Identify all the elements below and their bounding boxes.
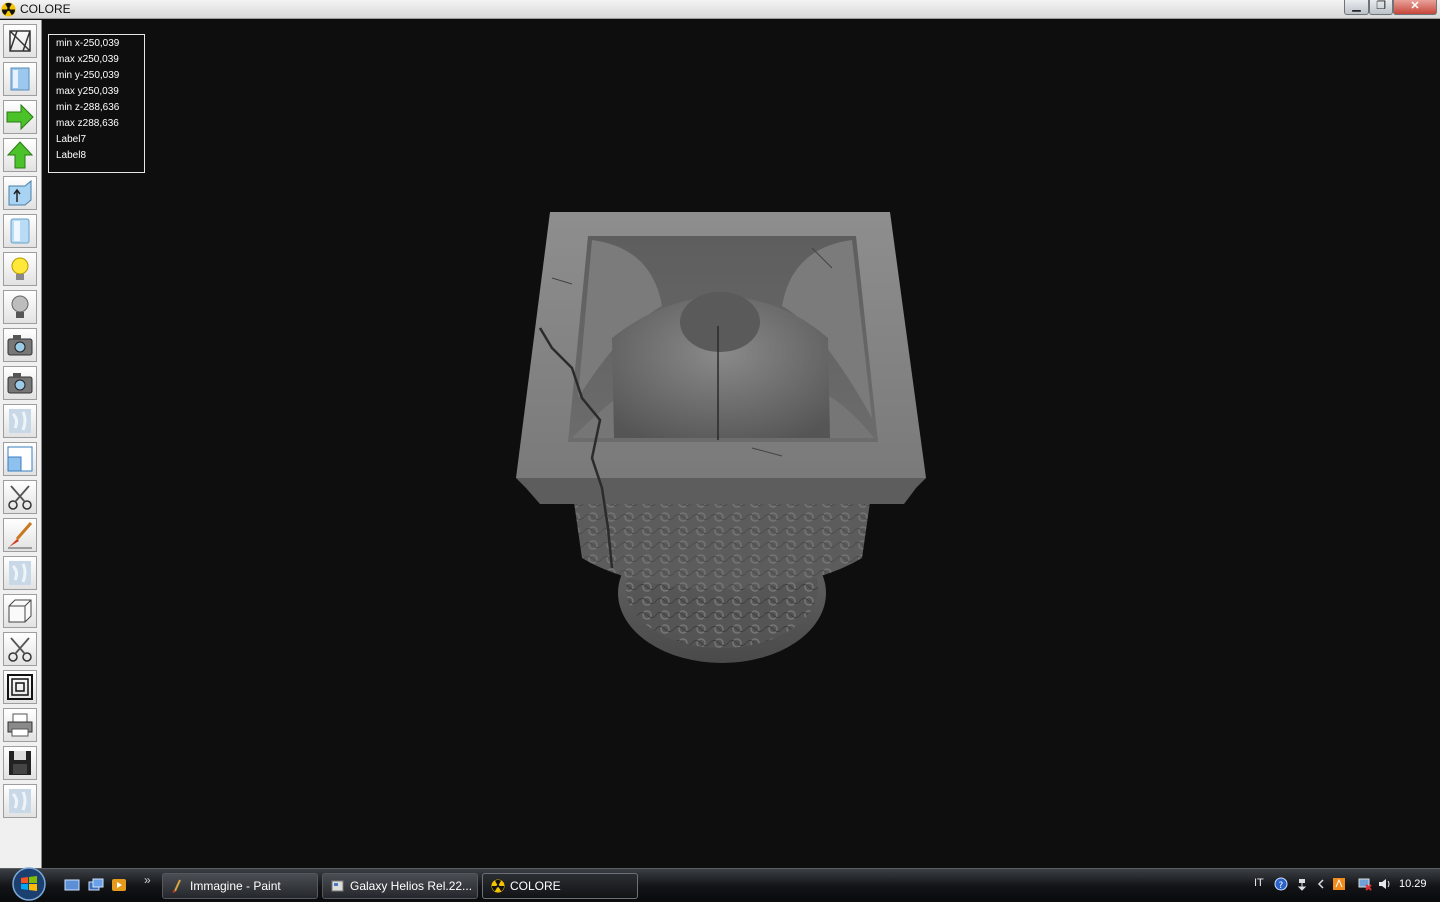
label7: Label7	[56, 134, 87, 145]
language-indicator[interactable]: IT	[1254, 877, 1264, 889]
min-z-label: min z-288,636	[56, 102, 120, 113]
switch-windows-icon[interactable]	[88, 878, 104, 892]
chevron-left-icon[interactable]	[1314, 877, 1328, 891]
quicklaunch-more-button[interactable]: »	[144, 873, 151, 887]
volume-icon[interactable]	[1378, 877, 1392, 891]
texture-2-tool-button[interactable]	[3, 556, 37, 590]
light-off-tool-button[interactable]	[3, 290, 37, 324]
media-player-icon[interactable]	[111, 878, 127, 892]
label8: Label8	[56, 150, 87, 161]
min-x-label: min x-250,039	[56, 38, 120, 49]
scissors-icon	[8, 485, 32, 510]
svg-text:?: ?	[1279, 881, 1284, 891]
max-z-label: max z288,636	[56, 118, 119, 129]
paint-app-icon	[172, 879, 181, 893]
solid-box-icon	[10, 67, 30, 91]
extrude-tool-button[interactable]	[3, 176, 37, 210]
extrude-icon	[8, 179, 32, 206]
save-tool-button[interactable]	[3, 746, 37, 780]
camera-icon-2	[7, 373, 33, 394]
radiation-icon	[1, 2, 16, 17]
close-button[interactable]: ✕	[1393, 0, 1437, 15]
clock[interactable]: 10.29	[1399, 878, 1427, 890]
paint-tool-button[interactable]	[3, 518, 37, 552]
texture-icon-2	[9, 561, 31, 585]
camera-tool-button[interactable]	[3, 328, 37, 362]
capital-3d-model[interactable]	[512, 188, 972, 668]
maximize-button[interactable]: ❐	[1369, 0, 1393, 15]
texture-tool-button[interactable]	[3, 404, 37, 438]
move-up-tool-button[interactable]	[3, 138, 37, 172]
print-tool-button[interactable]	[3, 708, 37, 742]
frame-tool-button[interactable]	[3, 670, 37, 704]
arrow-up-icon	[6, 141, 34, 169]
min-y-label: min y-250,039	[56, 70, 120, 81]
task-galaxy-helios[interactable]: Galaxy Helios Rel.22...	[322, 873, 478, 899]
move-right-tool-button[interactable]	[3, 100, 37, 134]
system-tray: IT ? 10.29	[1246, 869, 1440, 901]
window-icon	[7, 446, 33, 472]
cylinder-tool-button[interactable]	[3, 214, 37, 248]
task-galaxy-helios-label: Galaxy Helios Rel.22...	[350, 879, 473, 893]
save-icon	[9, 751, 31, 775]
left-toolbar	[0, 20, 42, 868]
radiation-icon	[491, 879, 505, 893]
cut-2-tool-button[interactable]	[3, 632, 37, 666]
3d-viewport[interactable]	[42, 20, 1440, 868]
title-bar: COLORE ▁ ❐ ✕	[0, 0, 1440, 19]
task-colore-label: COLORE	[510, 879, 561, 893]
help-icon[interactable]: ?	[1274, 877, 1288, 891]
window-title: COLORE	[20, 2, 71, 16]
light-on-tool-button[interactable]	[3, 252, 37, 286]
texture-icon	[9, 409, 31, 433]
camera-icon	[7, 335, 33, 356]
max-y-label: max y250,039	[56, 86, 119, 97]
network-icon[interactable]	[1296, 877, 1310, 891]
wireframe-tool-button[interactable]	[3, 24, 37, 58]
texture-3-tool-button[interactable]	[3, 784, 37, 818]
window-tool-button[interactable]	[3, 442, 37, 476]
light-off-icon	[11, 295, 29, 318]
start-button[interactable]	[8, 866, 50, 902]
task-colore[interactable]: COLORE	[482, 873, 638, 899]
texture-icon-3	[9, 789, 31, 813]
cube-tool-button[interactable]	[3, 594, 37, 628]
cylinder-icon	[10, 218, 30, 244]
scissors-icon-2	[8, 637, 32, 662]
minimize-button[interactable]: ▁	[1344, 0, 1369, 15]
show-desktop-icon[interactable]	[64, 878, 80, 892]
camera-2-tool-button[interactable]	[3, 366, 37, 400]
taskbar: » Immagine - Paint Galaxy Helios Rel.22.…	[0, 866, 1440, 902]
network-disconnected-icon[interactable]	[1358, 877, 1372, 891]
wireframe-icon	[9, 30, 31, 52]
max-x-label: max x250,039	[56, 54, 119, 65]
cut-tool-button[interactable]	[3, 480, 37, 514]
light-on-icon	[11, 257, 29, 280]
cube-icon	[8, 599, 32, 623]
task-paint[interactable]: Immagine - Paint	[162, 873, 318, 899]
task-paint-label: Immagine - Paint	[190, 879, 281, 893]
solid-box-tool-button[interactable]	[3, 62, 37, 96]
frame-icon	[7, 674, 33, 700]
arrow-right-icon	[6, 103, 34, 131]
bounds-info-panel: min x-250,039 max x250,039 min y-250,039…	[48, 34, 145, 173]
app-tray-icon[interactable]	[1332, 877, 1346, 891]
paint-brush-icon	[8, 522, 33, 549]
printer-icon	[7, 713, 33, 737]
galaxy-helios-app-icon	[331, 880, 344, 892]
